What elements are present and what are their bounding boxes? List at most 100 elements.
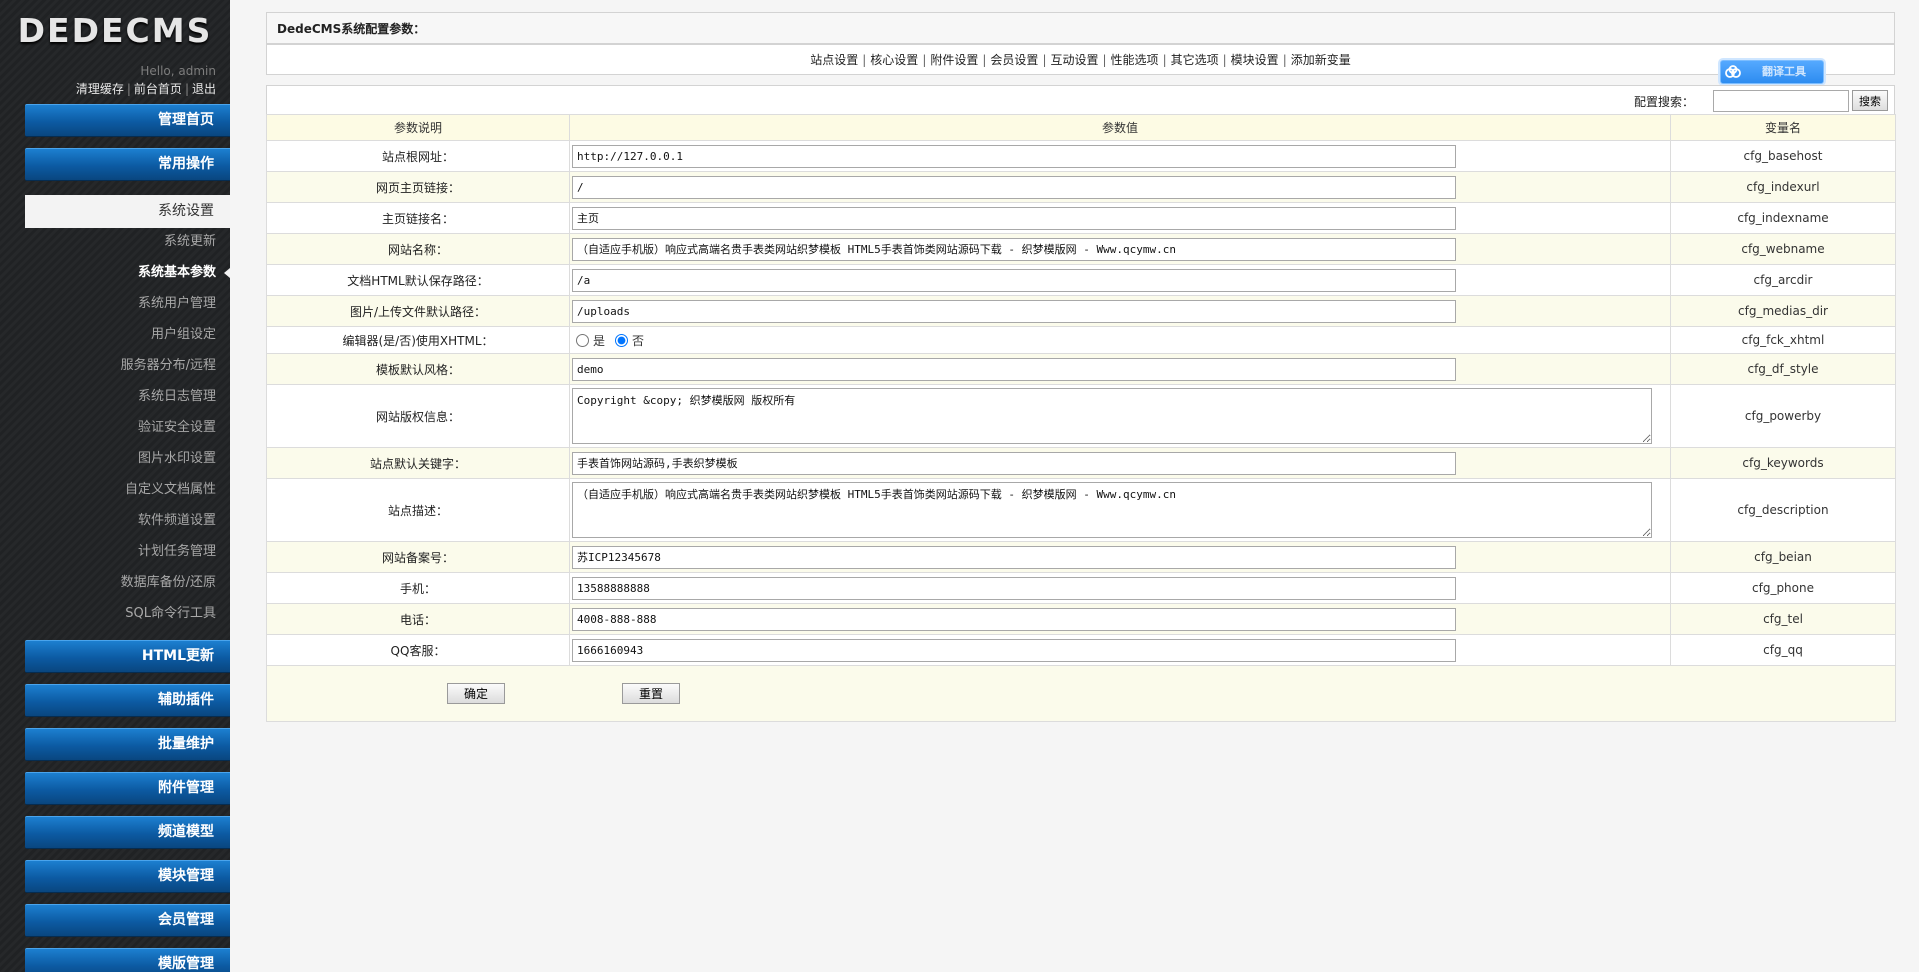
row-variable: cfg_df_style xyxy=(1670,353,1896,385)
table-row: 站点根网址： cfg_basehost xyxy=(266,140,1896,172)
header-variable: 变量名 xyxy=(1670,114,1896,141)
search-button[interactable]: 搜索 xyxy=(1852,90,1888,111)
sidebar-item-system-log[interactable]: 系统日志管理 xyxy=(25,386,230,408)
logout-link[interactable]: 退出 xyxy=(192,82,216,96)
indexname-input[interactable] xyxy=(572,206,1456,230)
row-variable: cfg_indexurl xyxy=(1670,171,1896,203)
row-variable: cfg_description xyxy=(1670,478,1896,542)
keywords-input[interactable] xyxy=(572,451,1456,475)
sidebar-item-security[interactable]: 验证安全设置 xyxy=(25,417,230,439)
row-variable: cfg_basehost xyxy=(1670,140,1896,172)
sidebar-item-system-update[interactable]: 系统更新 xyxy=(25,231,230,253)
row-label: 主页链接名： xyxy=(266,202,570,234)
table-row: 站点默认关键字： cfg_keywords xyxy=(266,447,1896,479)
table-row: 电话： cfg_tel xyxy=(266,603,1896,635)
table-row: 文档HTML默认保存路径： cfg_arcdir xyxy=(266,264,1896,296)
xhtml-yes-label: 是 xyxy=(593,333,606,348)
sidebar-item-sql-tool[interactable]: SQL命令行工具 xyxy=(25,603,230,625)
table-row: 网站名称： cfg_webname xyxy=(266,233,1896,265)
menu-module-management[interactable]: 模块管理 xyxy=(25,860,230,893)
header-value: 参数值 xyxy=(569,114,1671,141)
basehost-input[interactable] xyxy=(572,144,1456,168)
row-label: 手机： xyxy=(266,572,570,604)
sidebar: DEDECMS Hello, admin 清理缓存 | 前台首页 | 退出 管理首页 常… xyxy=(0,0,230,972)
translate-badge-label: 翻译工具 xyxy=(1762,65,1806,78)
tab-core-settings[interactable]: 核心设置 xyxy=(870,53,918,67)
tab-module-settings[interactable]: 模块设置 xyxy=(1231,53,1279,67)
description-textarea[interactable]: （自适应手机版）响应式高端名贵手表类网站织梦模板 HTML5手表首饰类网站源码下… xyxy=(572,482,1652,538)
row-label: 网站版权信息： xyxy=(266,384,570,448)
sidebar-item-server-remote[interactable]: 服务器分布/远程 xyxy=(25,355,230,377)
tab-site-settings[interactable]: 站点设置 xyxy=(810,53,858,67)
translate-badge[interactable]: 翻译工具 xyxy=(1720,60,1824,84)
webname-input[interactable] xyxy=(572,237,1456,261)
cloud-icon xyxy=(1721,61,1745,83)
sidebar-item-software-channel[interactable]: 软件频道设置 xyxy=(25,510,230,532)
row-label: 图片/上传文件默认路径： xyxy=(266,295,570,327)
frontend-home-link[interactable]: 前台首页 xyxy=(134,82,182,96)
menu-attachments[interactable]: 附件管理 xyxy=(25,772,230,805)
xhtml-radio-no[interactable] xyxy=(615,333,629,347)
row-label: 文档HTML默认保存路径： xyxy=(266,264,570,296)
menu-plugins[interactable]: 辅助插件 xyxy=(25,684,230,717)
row-label: QQ客服： xyxy=(266,634,570,666)
medias-dir-input[interactable] xyxy=(572,299,1456,323)
row-label: 编辑器(是/否)使用XHTML： xyxy=(266,326,570,354)
search-label: 配置搜索： xyxy=(1633,95,1694,109)
top-links: 清理缓存 | 前台首页 | 退出 xyxy=(75,82,216,96)
row-variable: cfg_qq xyxy=(1670,634,1896,666)
qq-input[interactable] xyxy=(572,638,1456,662)
table-row: QQ客服： cfg_qq xyxy=(266,634,1896,666)
arcdir-input[interactable] xyxy=(572,268,1456,292)
table-row: 图片/上传文件默认路径： cfg_medias_dir xyxy=(266,295,1896,327)
menu-template-management[interactable]: 模版管理 xyxy=(25,948,230,972)
reset-button[interactable]: 重置 xyxy=(622,683,680,704)
tab-interaction-settings[interactable]: 互动设置 xyxy=(1050,53,1098,67)
clear-cache-link[interactable]: 清理缓存 xyxy=(76,82,124,96)
menu-member-management[interactable]: 会员管理 xyxy=(25,904,230,937)
sidebar-item-custom-attrs[interactable]: 自定义文档属性 xyxy=(25,479,230,501)
row-label: 模板默认风格： xyxy=(266,353,570,385)
row-variable: cfg_fck_xhtml xyxy=(1670,326,1896,354)
tel-input[interactable] xyxy=(572,607,1456,631)
menu-system-settings[interactable]: 系统设置 xyxy=(25,195,230,228)
menu-batch-maintenance[interactable]: 批量维护 xyxy=(25,728,230,761)
table-row: 编辑器(是/否)使用XHTML： 是 否 cfg_fck_xhtml xyxy=(266,326,1896,354)
sidebar-item-db-backup[interactable]: 数据库备份/还原 xyxy=(25,572,230,594)
row-variable: cfg_powerby xyxy=(1670,384,1896,448)
sidebar-item-basic-params[interactable]: 系统基本参数 xyxy=(25,262,230,284)
tab-other-options[interactable]: 其它选项 xyxy=(1171,53,1219,67)
menu-common-ops[interactable]: 常用操作 xyxy=(25,148,230,181)
phone-input[interactable] xyxy=(572,576,1456,600)
page-title: DedeCMS系统配置参数： xyxy=(266,12,1895,44)
tab-member-settings[interactable]: 会员设置 xyxy=(990,53,1038,67)
indexurl-input[interactable] xyxy=(572,175,1456,199)
tab-add-variable[interactable]: 添加新变量 xyxy=(1291,53,1351,67)
row-label: 网页主页链接： xyxy=(266,171,570,203)
table-row: 网站版权信息： Copyright &copy; 织梦模版网 版权所有 cfg_… xyxy=(266,384,1896,448)
table-header: 参数说明 参数值 变量名 xyxy=(266,114,1896,141)
tab-attachment-settings[interactable]: 附件设置 xyxy=(930,53,978,67)
submit-button[interactable]: 确定 xyxy=(447,683,505,704)
sidebar-item-watermark[interactable]: 图片水印设置 xyxy=(25,448,230,470)
table-row: 网站备案号： cfg_beian xyxy=(266,541,1896,573)
config-search-bar: 配置搜索： 搜索 xyxy=(266,85,1895,115)
table-row: 模板默认风格： cfg_df_style xyxy=(266,353,1896,385)
tab-performance[interactable]: 性能选项 xyxy=(1111,53,1159,67)
sidebar-item-user-management[interactable]: 系统用户管理 xyxy=(25,293,230,315)
powerby-textarea[interactable]: Copyright &copy; 织梦模版网 版权所有 xyxy=(572,388,1652,444)
row-label: 电话： xyxy=(266,603,570,635)
table-row: 手机： cfg_phone xyxy=(266,572,1896,604)
sidebar-item-user-groups[interactable]: 用户组设定 xyxy=(25,324,230,346)
logo: DEDECMS xyxy=(17,10,213,50)
row-variable: cfg_medias_dir xyxy=(1670,295,1896,327)
menu-admin-home[interactable]: 管理首页 xyxy=(25,104,230,137)
menu-channel-models[interactable]: 频道模型 xyxy=(25,816,230,849)
search-input[interactable] xyxy=(1713,90,1849,112)
menu-html-update[interactable]: HTML更新 xyxy=(25,640,230,673)
sidebar-item-scheduled-tasks[interactable]: 计划任务管理 xyxy=(25,541,230,563)
df-style-input[interactable] xyxy=(572,357,1456,381)
beian-input[interactable] xyxy=(572,545,1456,569)
xhtml-radio-yes[interactable] xyxy=(576,333,589,347)
row-variable: cfg_beian xyxy=(1670,541,1896,573)
